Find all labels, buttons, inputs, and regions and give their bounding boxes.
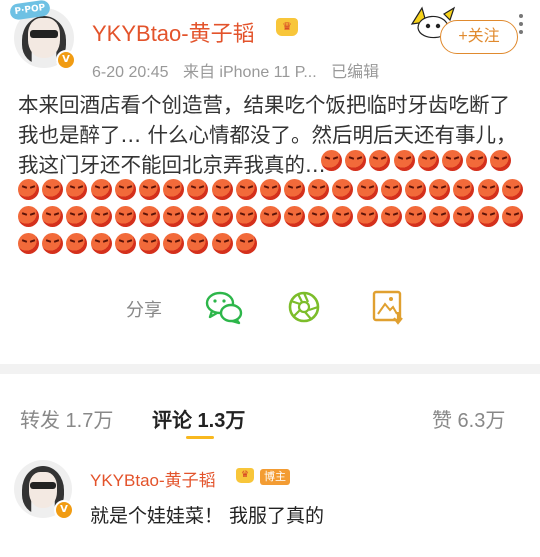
post-source[interactable]: 来自 iPhone 11 P... (183, 64, 317, 81)
angry-emoji (393, 150, 415, 171)
angry-emoji (66, 206, 88, 227)
angry-emoji (345, 150, 367, 171)
angry-emoji (332, 206, 354, 227)
angry-emoji (163, 233, 185, 254)
verified-badge-icon: V (54, 500, 74, 520)
more-options-icon[interactable] (519, 14, 523, 34)
angry-emoji (405, 206, 426, 227)
weibo-post-view: P·POP V YKYBtao-黄子韬 ♛ 6-20 20:45 来自 iPho… (0, 0, 540, 557)
angry-emoji (114, 179, 136, 200)
angry-emoji (284, 206, 306, 227)
angry-emoji (321, 150, 342, 171)
post-text-line: 本来回酒店看个创造营，结果吃个饭把临时牙齿吃断了 (18, 93, 510, 117)
avatar-face (29, 472, 57, 508)
angry-emoji (163, 206, 185, 227)
tab-repost[interactable]: 转发 1.7万 (20, 404, 113, 433)
angry-emoji (235, 179, 257, 200)
emoji-row (321, 150, 515, 174)
edited-label[interactable]: 已编辑 (331, 64, 379, 81)
comment-author-avatar[interactable]: V (14, 460, 74, 520)
comment-author-name[interactable]: YKYBtao-黄子韬 (90, 466, 216, 491)
comment-text: 就是个娃娃菜！ 我服了真的 (90, 505, 325, 527)
follow-button[interactable]: +关注 (440, 20, 518, 54)
angry-emoji (429, 179, 451, 200)
angry-emoji (369, 150, 391, 171)
angry-emoji (187, 179, 209, 200)
angry-emoji (453, 206, 475, 227)
share-label: 分享 (126, 300, 162, 320)
angry-emoji (501, 206, 523, 227)
angry-emoji (429, 206, 451, 227)
verified-badge-icon: V (56, 50, 76, 70)
angry-emoji (90, 233, 112, 254)
angry-emoji (42, 233, 64, 254)
angry-emoji (211, 206, 233, 227)
angry-emoji (380, 179, 402, 200)
angry-emoji (453, 179, 475, 200)
wechat-icon[interactable] (204, 288, 244, 326)
angry-emoji (466, 150, 488, 171)
tab-likes[interactable]: 赞 6.3万 (432, 404, 505, 433)
angry-emoji (66, 233, 88, 254)
post-time: 6-20 20:45 (92, 64, 169, 81)
angry-emoji (114, 206, 136, 227)
angry-emoji (356, 179, 378, 200)
angry-emoji (18, 179, 39, 200)
post-meta: 6-20 20:45 来自 iPhone 11 P... 已编辑 (92, 58, 389, 82)
angry-emoji (235, 206, 257, 227)
angry-emoji (259, 179, 281, 200)
angry-emoji (211, 233, 233, 254)
angry-emoji (405, 179, 426, 200)
angry-emoji (187, 206, 209, 227)
crown-icon: ♛ (236, 468, 254, 483)
save-image-icon[interactable] (368, 288, 408, 326)
angry-emoji (90, 179, 112, 200)
angry-emoji (284, 179, 306, 200)
angry-emoji (490, 150, 512, 171)
blogger-tag: 博主 (260, 469, 290, 485)
angry-emoji (163, 179, 185, 200)
angry-emoji (42, 179, 64, 200)
emoji-row (18, 206, 526, 230)
angry-emoji (187, 233, 209, 254)
angry-emoji (308, 206, 330, 227)
emoji-row (18, 179, 526, 203)
post-text-line: 我也是醉了… 什么心情都没了。然后明后天还有事儿， (18, 123, 517, 147)
avatar-glasses (30, 482, 56, 489)
moments-icon[interactable] (284, 288, 324, 326)
angry-emoji (138, 233, 160, 254)
tab-comments[interactable]: 评论 1.3万 (152, 404, 245, 433)
angry-emoji (477, 206, 499, 227)
angry-emoji (308, 179, 330, 200)
emoji-row (18, 233, 260, 257)
angry-emoji (114, 233, 136, 254)
angry-emoji (18, 233, 39, 254)
angry-emoji (235, 233, 257, 254)
author-name[interactable]: YKYBtao-黄子韬 (92, 16, 255, 48)
angry-emoji (138, 179, 160, 200)
author-avatar[interactable]: P·POP V (9, 0, 76, 70)
angry-emoji (90, 206, 112, 227)
angry-emoji (417, 150, 439, 171)
angry-emoji (211, 179, 233, 200)
angry-emoji (42, 206, 64, 227)
angry-emoji (138, 206, 160, 227)
angry-emoji (380, 206, 402, 227)
angry-emoji (477, 179, 499, 200)
avatar-face (28, 18, 60, 58)
active-tab-indicator (186, 436, 214, 439)
angry-emoji (356, 206, 378, 227)
angry-emoji (259, 206, 281, 227)
angry-emoji (501, 179, 523, 200)
crown-icon: ♛ (276, 18, 298, 36)
angry-emoji (441, 150, 463, 171)
angry-emoji (18, 206, 39, 227)
angry-emoji (332, 179, 354, 200)
avatar-glasses (30, 30, 58, 38)
section-divider (0, 364, 540, 374)
angry-emoji (66, 179, 88, 200)
